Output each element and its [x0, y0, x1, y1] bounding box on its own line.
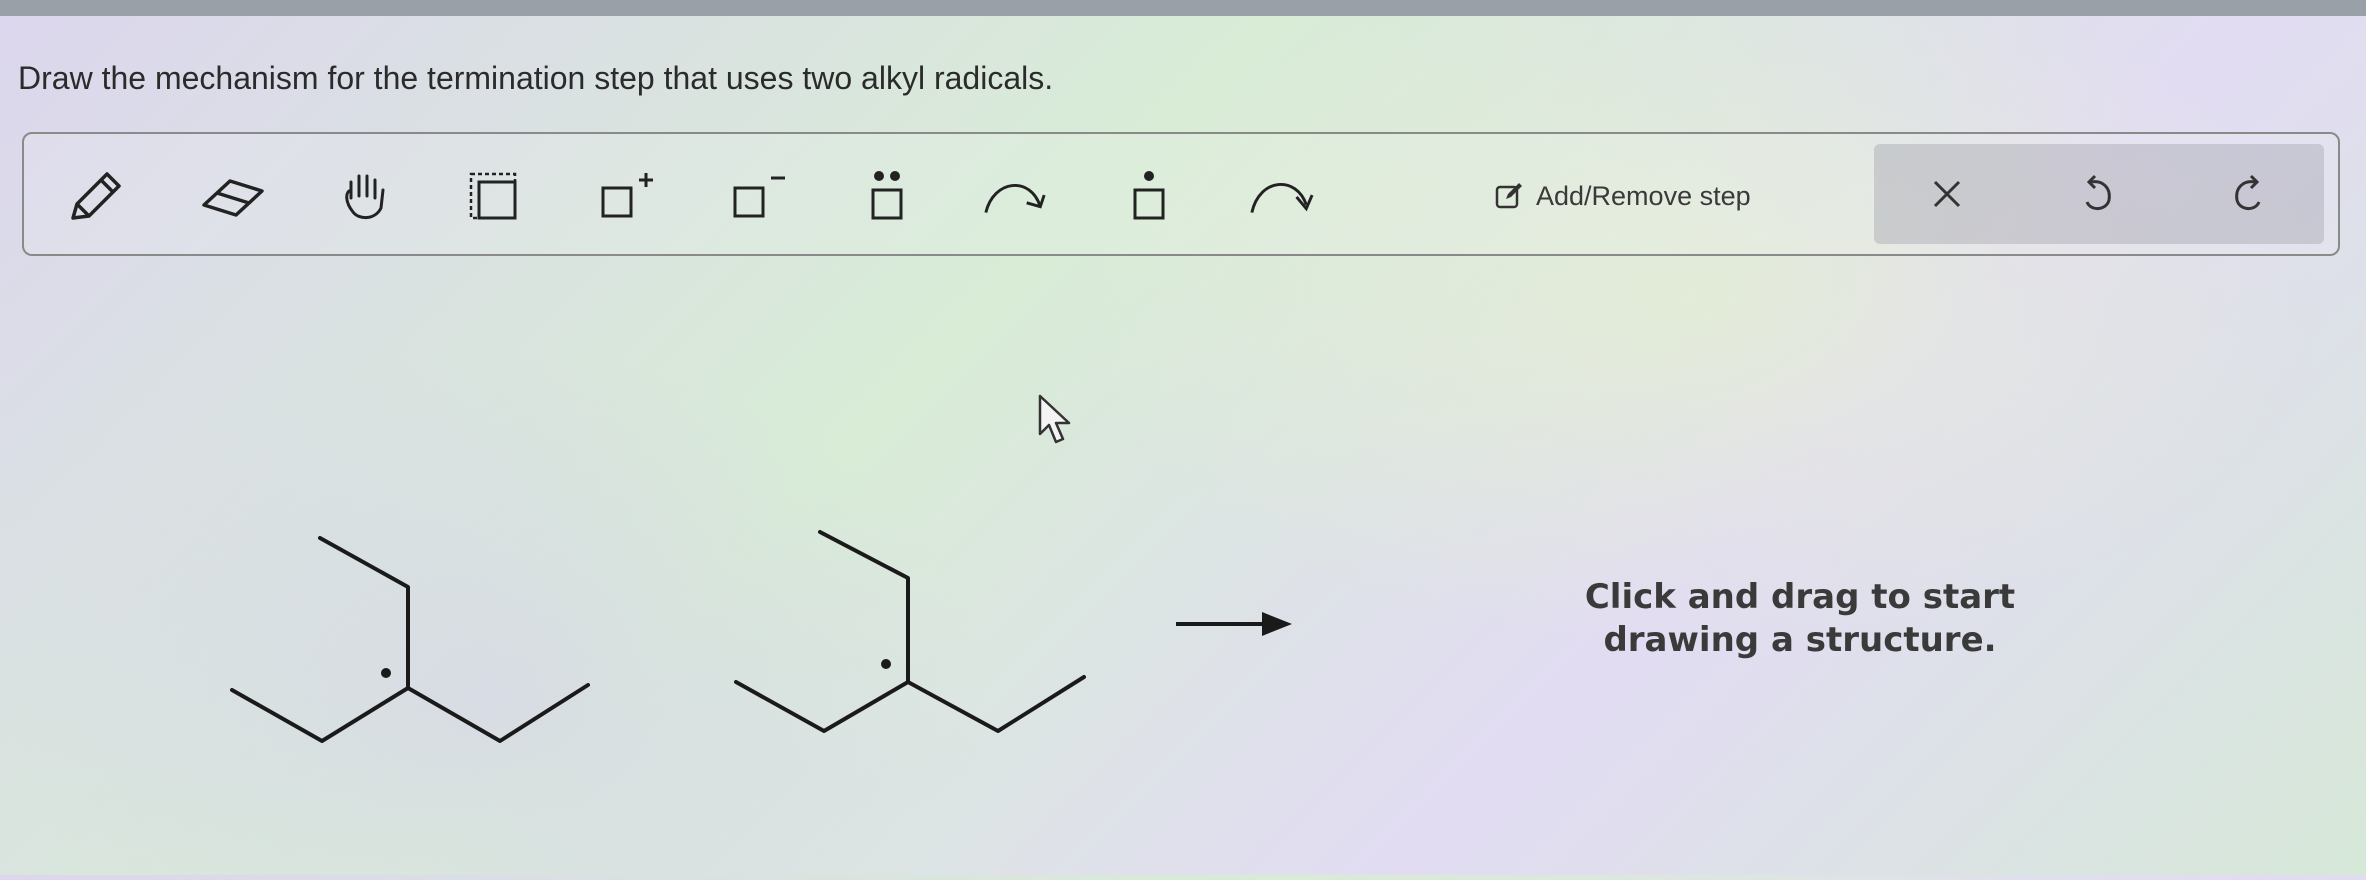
- undo-icon: [2085, 174, 2111, 210]
- eraser-tool[interactable]: [198, 164, 268, 228]
- close-button[interactable]: [1912, 162, 1982, 226]
- drawing-canvas[interactable]: Click and drag to start drawing a struct…: [0, 270, 2366, 875]
- positive-charge-tool[interactable]: [590, 164, 660, 228]
- curved-arrow-icon: [1250, 182, 1314, 213]
- drawing-toolbar: Add/Remove step: [22, 132, 2340, 256]
- mouse-cursor-icon: [1038, 394, 1071, 444]
- question-text: Draw the mechanism for the termination s…: [18, 60, 1054, 96]
- hand-tool[interactable]: [330, 164, 400, 228]
- radical-dot-right: [881, 659, 891, 669]
- radical-right-chain-a: [734, 530, 910, 733]
- radical-dot-left: [381, 668, 391, 678]
- alkyl-radical-left[interactable]: [230, 536, 590, 743]
- alkyl-radical-right[interactable]: [734, 530, 1086, 733]
- radical-right-chain-b: [906, 675, 1086, 733]
- positive-charge-icon: [601, 173, 653, 218]
- add-remove-step-button[interactable]: Add/Remove step: [1494, 164, 1751, 228]
- fishhook-arrow-icon: [984, 183, 1046, 213]
- add-remove-step-label: Add/Remove step: [1536, 180, 1751, 211]
- select-tool[interactable]: [458, 164, 528, 228]
- pencil-tool[interactable]: [60, 164, 130, 228]
- redo-icon: [2235, 174, 2261, 210]
- radical-left-chain-a: [230, 536, 410, 743]
- selection-box-icon: [469, 172, 517, 220]
- canvas-hint-line2: drawing a structure.: [1603, 620, 1997, 660]
- lone-pair-tool[interactable]: [852, 164, 922, 228]
- radical-left-chain-b: [406, 683, 590, 743]
- top-bar: [0, 0, 2366, 16]
- single-electron-arrow-tool[interactable]: [980, 164, 1050, 228]
- canvas-hint-line1: Click and drag to start: [1584, 577, 2016, 617]
- eraser-icon: [202, 179, 264, 217]
- redo-button[interactable]: [2214, 162, 2284, 226]
- radical-tool[interactable]: [1114, 164, 1184, 228]
- electron-pair-arrow-tool[interactable]: [1246, 164, 1316, 228]
- hand-icon: [345, 174, 385, 219]
- negative-charge-tool[interactable]: [722, 164, 792, 228]
- negative-charge-icon: [733, 176, 785, 218]
- undo-button[interactable]: [2062, 162, 2132, 226]
- structures-svg: [230, 530, 1292, 743]
- close-icon: [1933, 180, 1961, 208]
- edit-icon: [1495, 183, 1522, 209]
- pencil-icon: [71, 172, 121, 220]
- lone-pair-icon: [871, 171, 903, 220]
- radical-dot-icon: [1133, 171, 1165, 220]
- reaction-arrow: [1176, 612, 1292, 636]
- action-group: [1874, 144, 2324, 244]
- canvas-hint: Click and drag to start drawing a struct…: [1520, 576, 2080, 662]
